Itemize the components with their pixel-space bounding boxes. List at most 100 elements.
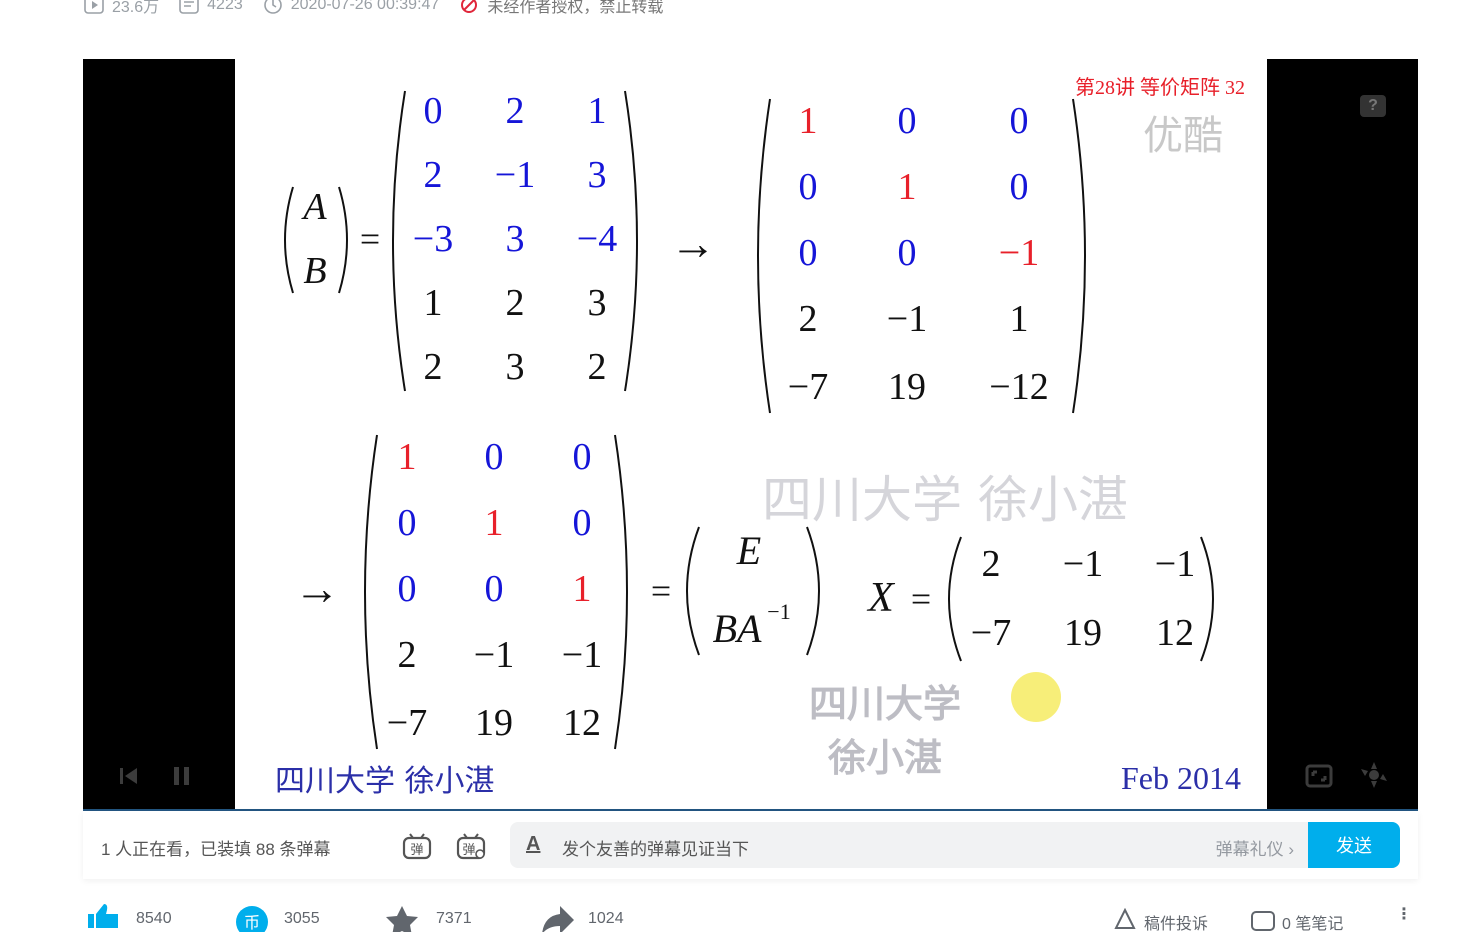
m1-cell-1-0: 2 <box>424 154 443 196</box>
m2-cell-3-1: −1 <box>887 298 927 340</box>
m1-cell-4-2: 2 <box>588 346 607 388</box>
youku-logo: 优酷 <box>1143 113 1223 159</box>
label-b: B <box>303 250 326 292</box>
font-style-icon[interactable]: A <box>526 833 540 856</box>
m1-cell-0-0: 0 <box>424 90 443 132</box>
m1-cell-4-0: 2 <box>424 346 443 388</box>
matrix-1: 0 2 1 2 −1 3 −3 3 −4 1 2 3 2 3 2 <box>413 90 617 388</box>
watermark-main: 四川大学 徐小湛 <box>762 471 1128 529</box>
danmaku-etiquette-link[interactable]: 弹幕礼仪 › <box>1216 835 1294 860</box>
eq-sign-2: = <box>651 571 671 611</box>
slide-date: Feb 2014 <box>1121 760 1241 796</box>
e-left-bracket <box>686 526 700 656</box>
x-right-bracket <box>1200 536 1214 662</box>
matrix-3: 1 0 00 1 00 0 12 −1 −1−7 19 12 <box>387 436 602 744</box>
video-player[interactable]: 第28讲 等价矩阵 32 优酷 A B = 0 2 1 2 −1 3 −3 3 −4 1 2 3 2 3 2… <box>83 59 1418 811</box>
m3-cell-1-1: 1 <box>485 502 504 544</box>
m3-cell-4-0: −7 <box>387 702 427 744</box>
m3-cell-2-2: 1 <box>573 568 592 610</box>
publish-date: 2020-07-26 00:39:47 <box>290 0 440 13</box>
like-icon[interactable] <box>84 902 124 928</box>
forbidden-icon <box>461 0 478 13</box>
danmaku-bar: 1 人正在看，已装填 88 条弹幕 弹 弹 A 发个友善的弹幕见证当下 弹幕礼仪… <box>83 811 1418 879</box>
m3-cell-4-1: 19 <box>475 702 513 744</box>
fullscreen-icon[interactable] <box>1305 764 1333 788</box>
matrix-x: 2 −1 −1 −7 19 12 <box>971 543 1195 654</box>
favorite-icon[interactable] <box>384 904 420 932</box>
m1-cell-2-0: −3 <box>413 218 453 260</box>
x-left-bracket <box>948 536 962 662</box>
m3-cell-3-0: 2 <box>398 634 417 676</box>
m1-cell-4-1: 3 <box>506 346 525 388</box>
mx-cell-1-1: 19 <box>1064 612 1102 654</box>
slide-author-footer: 四川大学 徐小湛 <box>275 764 495 799</box>
share-icon[interactable] <box>540 904 576 932</box>
m2-cell-3-0: 2 <box>799 298 818 340</box>
danmaku-count-icon <box>179 0 199 14</box>
help-icon[interactable]: ? <box>1360 95 1386 117</box>
send-button[interactable]: 发送 <box>1308 822 1400 868</box>
m2-cell-2-2: −1 <box>999 232 1039 274</box>
pause-icon[interactable] <box>171 764 193 788</box>
previous-icon[interactable] <box>117 765 141 787</box>
mx-cell-1-0: −7 <box>971 612 1011 654</box>
m3-cell-3-2: −1 <box>562 634 602 676</box>
more-icon[interactable]: ⋮ <box>1396 904 1412 924</box>
m3-cell-1-2: 0 <box>573 502 592 544</box>
cursor-highlight <box>1011 672 1061 722</box>
m1-right-bracket <box>624 90 638 392</box>
danmaku-stat: 4223 <box>179 0 243 14</box>
report-icon[interactable] <box>1114 908 1136 932</box>
views-stat: 23.6万 <box>84 0 159 17</box>
favorite-count: 7371 <box>436 910 472 927</box>
slide-canvas: 第28讲 等价矩阵 32 优酷 A B = 0 2 12 −1 3−3 3 −41 2 32 3 2… <box>275 76 1245 799</box>
share-count: 1024 <box>588 910 624 927</box>
danmaku-placeholder: 发个友善的弹幕见证当下 <box>562 840 749 859</box>
copyright-notice: 未经作者授权，禁止转载 <box>459 0 663 17</box>
video-meta: 23.6万 4223 2020-07-26 00:39:47 未经作者授权，禁止… <box>84 0 663 19</box>
mx-cell-0-2: −1 <box>1155 543 1195 585</box>
watermark-center-1: 四川大学 <box>809 681 961 726</box>
label-x: X <box>866 575 896 621</box>
label-e: E <box>736 528 761 573</box>
m3-cell-2-0: 0 <box>398 568 417 610</box>
danmaku-toggle-icon[interactable]: 弹 <box>401 831 433 861</box>
slide-header: 第28讲 等价矩阵 32 <box>1075 76 1245 99</box>
label-a: A <box>300 186 327 228</box>
m2-cell-4-2: −12 <box>989 366 1048 408</box>
m2-cell-1-0: 0 <box>799 166 818 208</box>
notes-link[interactable]: 0 笔笔记 <box>1282 910 1343 934</box>
coin-icon[interactable]: 币 <box>234 904 270 932</box>
m3-cell-2-1: 0 <box>485 568 504 610</box>
settings-icon[interactable] <box>1359 761 1389 789</box>
danmaku-input[interactable]: A 发个友善的弹幕见证当下 弹幕礼仪 › <box>510 822 1308 868</box>
e-right-bracket <box>806 526 820 656</box>
m1-cell-3-0: 1 <box>424 282 443 324</box>
label-ba: BA <box>713 606 762 651</box>
m1-cell-0-2: 1 <box>588 90 607 132</box>
coin-count: 3055 <box>284 910 320 927</box>
matrix-2: 1 0 00 1 00 0 −12 −1 1−7 19 −12 <box>788 100 1049 408</box>
danmaku-count-value: 4223 <box>207 0 243 13</box>
svg-text:弹: 弹 <box>410 843 423 858</box>
m2-cell-4-0: −7 <box>788 366 828 408</box>
m1-cell-1-2: 3 <box>588 154 607 196</box>
svg-text:弹: 弹 <box>462 843 475 858</box>
m2-cell-1-1: 1 <box>898 166 917 208</box>
eq-sign-3: = <box>911 579 931 619</box>
report-link[interactable]: 稿件投诉 <box>1144 910 1208 934</box>
danmaku-settings-icon[interactable]: 弹 <box>455 831 487 861</box>
clock-icon <box>263 0 282 14</box>
m2-cell-3-2: 1 <box>1010 298 1029 340</box>
notes-icon[interactable] <box>1250 908 1276 932</box>
watermark-center-2: 徐小湛 <box>827 735 942 780</box>
views-value: 23.6万 <box>112 0 160 16</box>
m3-cell-0-1: 0 <box>485 436 504 478</box>
m2-cell-2-1: 0 <box>898 232 917 274</box>
m3-cell-3-1: −1 <box>474 634 514 676</box>
lecture-slide: 第28讲 等价矩阵 32 优酷 A B = 0 2 1 2 −1 3 −3 3 −4 1 2 3 2 3 2… <box>235 59 1267 809</box>
mx-cell-0-1: −1 <box>1063 543 1103 585</box>
eq-sign-1: = <box>360 219 380 259</box>
m3-cell-0-2: 0 <box>573 436 592 478</box>
action-toolbar: 8540 币 3055 7371 1024 稿件投诉 0 笔笔记 ⋮ <box>84 902 1414 934</box>
